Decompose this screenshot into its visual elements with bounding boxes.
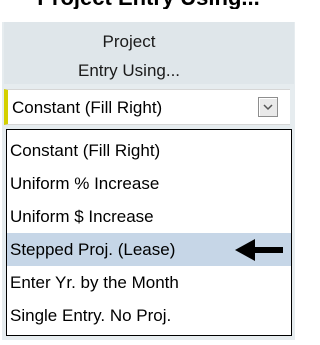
select-current-value: Constant (Fill Right) [12, 98, 163, 117]
header-line-1: Project [102, 32, 156, 51]
column-header: Project Entry Using... [4, 22, 294, 84]
dropdown-option-highlighted[interactable]: Stepped Proj. (Lease) [7, 233, 291, 266]
dropdown-option[interactable]: Single Entry. No Proj. [7, 299, 291, 332]
dropdown-option[interactable]: Uniform $ Increase [7, 200, 291, 233]
dropdown-toggle-button[interactable] [258, 97, 278, 117]
dropdown-option[interactable]: Constant (Fill Right) [7, 134, 291, 167]
dropdown-option-label: Stepped Proj. (Lease) [10, 240, 176, 259]
dropdown-option[interactable]: Enter Yr. by the Month [7, 266, 291, 299]
dropdown-options-list: Constant (Fill Right) Uniform % Increase… [6, 129, 292, 336]
dropdown-option[interactable]: Uniform % Increase [7, 167, 291, 200]
page-title: Project Entry Using... [0, 0, 297, 9]
chevron-down-icon [263, 104, 273, 111]
header-line-2: Entry Using... [78, 61, 181, 80]
entry-method-select[interactable]: Constant (Fill Right) [4, 89, 290, 125]
arrow-left-icon [235, 239, 283, 261]
